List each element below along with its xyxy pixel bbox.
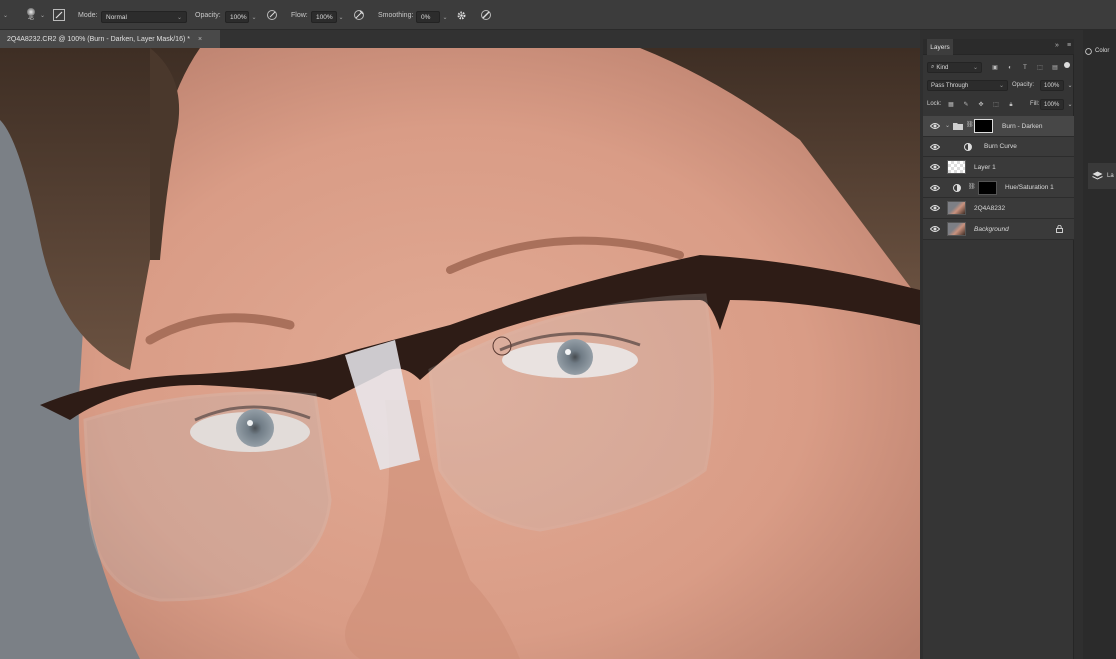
link-chain-icon[interactable]: ⛓︎ <box>966 121 974 128</box>
tool-preset-chevron[interactable]: ⌄ <box>3 0 13 30</box>
brush-tip-icon <box>27 8 35 16</box>
blend-row: Pass Through ⌄ Opacity: 100% ⌄ <box>923 77 1074 95</box>
layer-opacity-dropdown[interactable]: ⌄ <box>1066 82 1074 90</box>
color-wheel-icon <box>1085 47 1092 55</box>
layers-stack-icon <box>1092 171 1103 180</box>
layer-thumbnail[interactable] <box>947 201 966 216</box>
layer-name: Layer 1 <box>974 163 996 171</box>
filter-type-icon[interactable]: T <box>1021 64 1029 72</box>
visibility-eye-icon[interactable] <box>930 225 940 233</box>
panel-menu-icon[interactable]: ≡ <box>1067 42 1071 49</box>
adjustment-layer-icon <box>964 142 972 151</box>
layer-row-2q4a8232[interactable]: 2Q4A8232 <box>923 198 1074 219</box>
filter-smart-object-icon[interactable]: ▤ <box>1051 64 1059 72</box>
layer-mask-thumbnail[interactable] <box>978 180 997 195</box>
folder-icon <box>953 123 963 130</box>
lock-position-icon[interactable]: ✥ <box>977 101 985 109</box>
document-canvas[interactable] <box>0 48 920 659</box>
brush-settings-button[interactable] <box>53 0 67 30</box>
filter-kind-select[interactable]: ⌕ Kind ⌄ <box>927 62 982 73</box>
smoothing-dropdown[interactable]: ⌄ <box>441 11 449 23</box>
collapsed-panels-strip: Color La <box>1083 30 1116 659</box>
document-tab[interactable]: 2Q4A8232.CR2 @ 100% (Burn - Darken, Laye… <box>0 30 220 48</box>
lock-all-icon[interactable]: 🔒︎ <box>1007 101 1015 109</box>
visibility-eye-icon[interactable] <box>930 204 940 212</box>
lock-artboard-icon[interactable]: ⬚ <box>992 101 1000 109</box>
layer-thumbnail[interactable] <box>947 160 966 175</box>
filter-toggle-icon[interactable] <box>1064 62 1070 68</box>
visibility-eye-icon[interactable] <box>930 143 940 151</box>
link-chain-icon[interactable]: ⛓︎ <box>968 183 976 190</box>
layer-row-hue-saturation-1[interactable]: ⛓︎ Hue/Saturation 1 <box>923 177 1074 199</box>
fill-label: Fill: <box>1030 101 1040 107</box>
mode-select[interactable]: Normal ⌄ <box>101 11 187 23</box>
lock-image-pixels-icon[interactable]: ✎ <box>962 101 970 109</box>
layer-filter-row: ⌕ Kind ⌄ ▣ ◐ T ⬚ ▤ <box>923 59 1074 77</box>
flow-input[interactable]: 100% <box>311 11 337 23</box>
brush-preset-picker[interactable]: 45 <box>23 0 39 30</box>
layer-name: Hue/Saturation 1 <box>1005 184 1054 192</box>
lock-icon <box>1056 225 1063 233</box>
fill-dropdown[interactable]: ⌄ <box>1066 101 1074 109</box>
tab-layers[interactable]: Layers <box>927 39 953 55</box>
airbrush-icon <box>354 10 364 20</box>
flow-label: Flow: <box>291 11 308 19</box>
layers-panel-icon-button[interactable]: La <box>1088 163 1116 189</box>
visibility-eye-icon[interactable] <box>930 122 940 130</box>
opacity-input[interactable]: 100% <box>225 11 249 23</box>
opacity-label: Opacity: <box>1012 82 1035 88</box>
adjustment-layer-icon <box>953 183 961 192</box>
layer-row-layer-1[interactable]: Layer 1 <box>923 157 1074 178</box>
filter-adjustment-icon[interactable]: ◐ <box>1006 64 1014 72</box>
lock-row: Lock: ▦ ✎ ✥ ⬚ 🔒︎ Fill: 100% ⌄ <box>923 96 1074 114</box>
layer-name: Burn - Darken <box>1002 122 1043 130</box>
layer-name: Background <box>974 225 1009 233</box>
disclosure-chevron-icon[interactable]: ⌄ <box>945 122 950 129</box>
document-title: 2Q4A8232.CR2 @ 100% (Burn - Darken, Laye… <box>7 35 190 43</box>
layer-thumbnail[interactable] <box>947 222 966 236</box>
options-bar: ⌄ 45 ⌄ Mode: Normal ⌄ Opacity: 100% ⌄ Flo… <box>0 0 1116 30</box>
pressure-opacity-button[interactable] <box>266 0 280 30</box>
brush-picker-chevron[interactable]: ⌄ <box>40 0 48 30</box>
pressure-opacity-icon <box>267 10 277 20</box>
brush-size: 45 <box>28 16 34 22</box>
opacity-label: Opacity: <box>195 11 221 19</box>
smoothing-input[interactable]: 0% <box>416 11 440 23</box>
lock-label: Lock: <box>927 101 942 107</box>
layers-panel: Layers » ≡ ⌕ Kind ⌄ ▣ ◐ T ⬚ ▤ Pass Through… <box>923 39 1074 659</box>
opacity-dropdown[interactable]: ⌄ <box>250 11 258 23</box>
pressure-size-icon <box>481 10 491 20</box>
blend-mode-select[interactable]: Pass Through ⌄ <box>927 80 1008 91</box>
pressure-size-button[interactable] <box>480 0 494 30</box>
filter-shape-icon[interactable]: ⬚ <box>1036 64 1044 72</box>
brush-settings-icon <box>53 9 65 21</box>
layer-name: Burn Curve <box>984 143 1017 151</box>
airbrush-button[interactable] <box>353 0 367 30</box>
visibility-eye-icon[interactable] <box>930 163 940 171</box>
color-panel-tab[interactable]: Color <box>1083 44 1116 58</box>
fill-input[interactable]: 100% <box>1040 99 1064 110</box>
search-icon: ⌕ <box>931 64 935 70</box>
smoothing-label: Smoothing: <box>378 11 414 19</box>
visibility-eye-icon[interactable] <box>930 184 940 192</box>
close-document-icon[interactable]: × <box>198 36 202 43</box>
right-panel-dock: Layers » ≡ ⌕ Kind ⌄ ▣ ◐ T ⬚ ▤ Pass Through… <box>920 30 1116 659</box>
smoothing-options-button[interactable] <box>456 0 470 30</box>
layer-opacity-input[interactable]: 100% <box>1040 80 1064 91</box>
collapse-panels-icon[interactable]: » <box>1055 42 1059 49</box>
mode-label: Mode: <box>78 11 98 19</box>
gear-icon <box>457 11 466 19</box>
portrait-photo <box>0 48 920 659</box>
filter-pixel-icon[interactable]: ▣ <box>991 64 999 72</box>
layer-name: 2Q4A8232 <box>974 204 1006 212</box>
layer-row-burn-curve[interactable]: Burn Curve <box>923 136 1074 158</box>
lock-transparent-pixels-icon[interactable]: ▦ <box>947 101 955 109</box>
layer-mask-thumbnail[interactable] <box>974 119 993 133</box>
layer-row-background[interactable]: Background <box>923 219 1074 240</box>
flow-dropdown[interactable]: ⌄ <box>337 11 345 23</box>
layer-row-burn-darken[interactable]: ⌄ ⛓︎ Burn - Darken <box>923 116 1074 137</box>
layers-panel-header: Layers » ≡ <box>923 39 1074 55</box>
